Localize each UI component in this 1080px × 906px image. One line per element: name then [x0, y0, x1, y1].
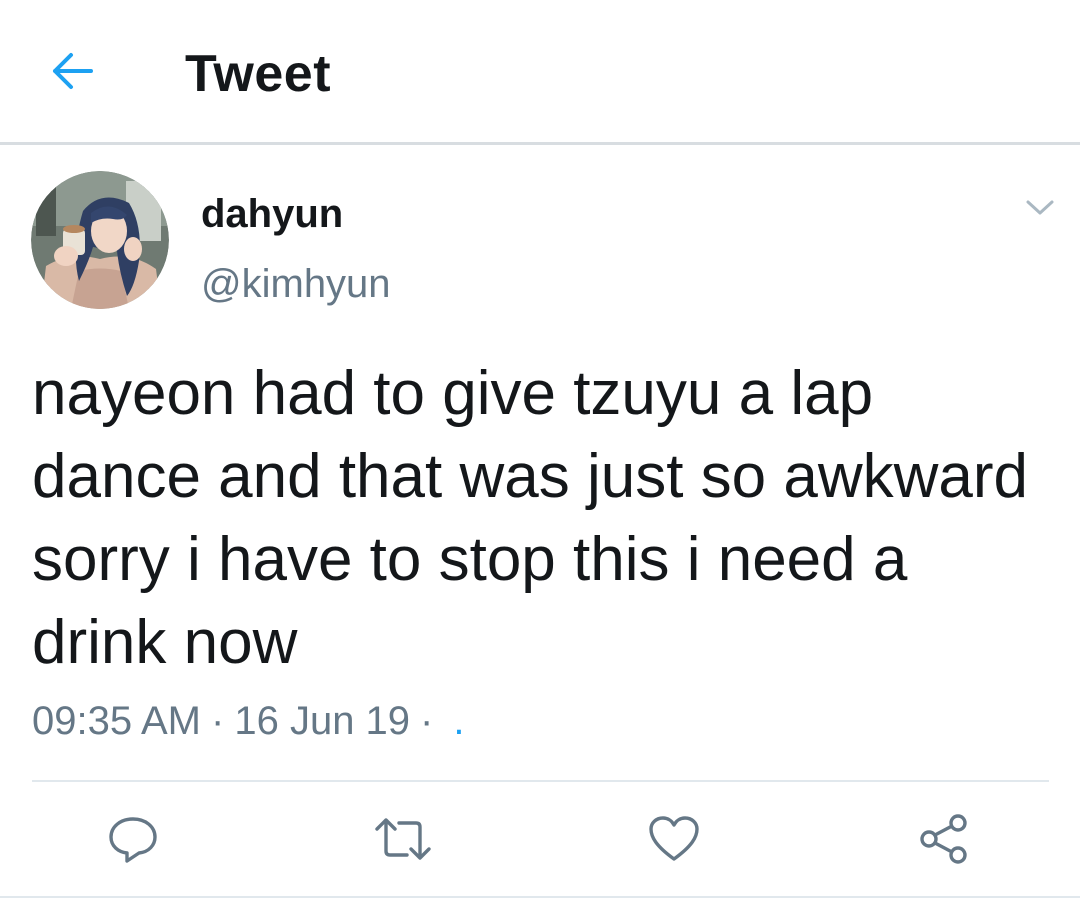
- top-bar: Tweet: [0, 0, 1080, 145]
- bottom-divider: [0, 896, 1080, 898]
- author-handle[interactable]: @kimhyun: [201, 262, 391, 307]
- share-button[interactable]: [909, 806, 979, 876]
- divider: [32, 780, 1049, 782]
- meta-separator: ·: [211, 699, 225, 743]
- tweet-text: nayeon had to give tzuyu a lap dance and…: [32, 359, 1028, 677]
- page-title: Tweet: [185, 45, 332, 103]
- chevron-down-icon: [1025, 198, 1055, 223]
- arrow-left-icon: [49, 51, 95, 96]
- reply-icon: [107, 813, 159, 870]
- tweet-timestamp: 09:35 AM · 16 Jun 19 ·.: [32, 699, 465, 744]
- author-display-name[interactable]: dahyun: [201, 192, 343, 237]
- retweet-button[interactable]: [368, 806, 438, 876]
- back-button[interactable]: [40, 46, 104, 100]
- share-icon: [918, 813, 970, 870]
- tweet-menu-button[interactable]: [1016, 190, 1064, 230]
- action-bar: [0, 806, 1080, 876]
- meta-separator: ·: [420, 699, 434, 743]
- heart-icon: [648, 815, 700, 868]
- reply-button[interactable]: [98, 806, 168, 876]
- user-avatar-photo: [31, 171, 169, 309]
- avatar[interactable]: [31, 171, 169, 309]
- like-button[interactable]: [639, 806, 709, 876]
- tweet-date: 16 Jun 19: [234, 699, 411, 743]
- tweet-source-link[interactable]: .: [453, 699, 464, 743]
- tweet-time: 09:35 AM: [32, 699, 202, 743]
- retweet-icon: [373, 813, 433, 870]
